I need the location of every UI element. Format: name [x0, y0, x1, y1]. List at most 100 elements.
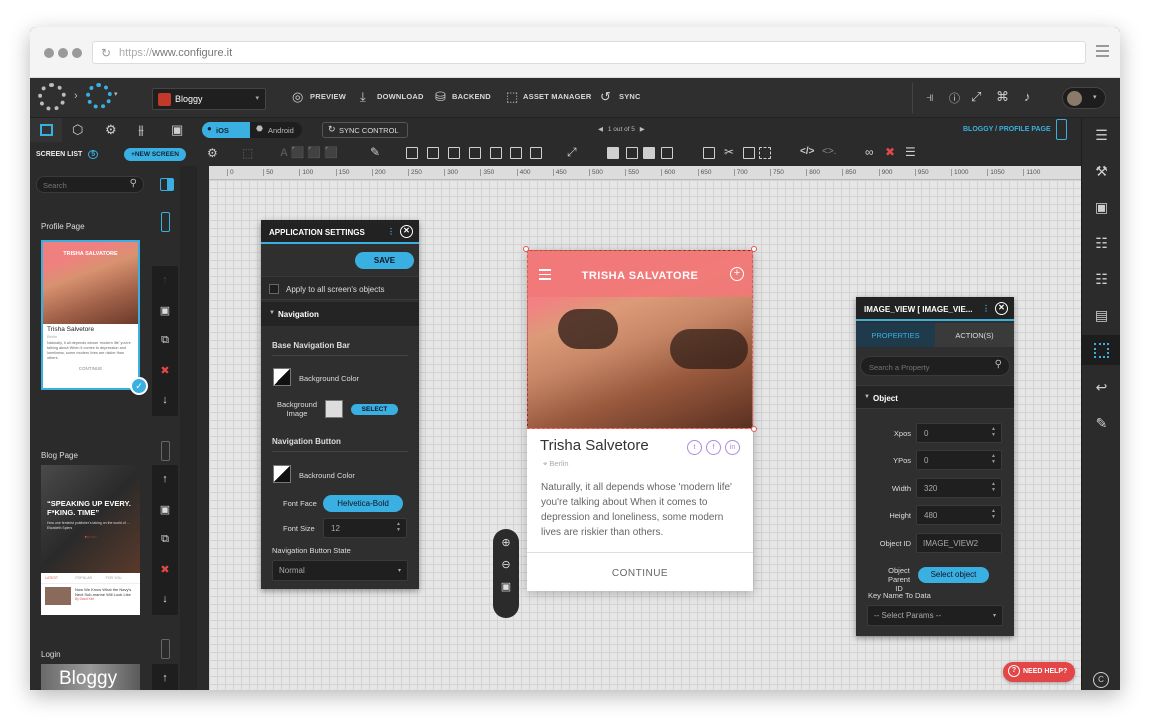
font-face-select[interactable]: Helvetica-Bold [323, 495, 403, 512]
move-down-icon[interactable]: ↓ [152, 585, 178, 615]
object-id-input[interactable]: IMAGE_VIEW2 [916, 533, 1002, 553]
app-selector[interactable]: Bloggy ▾ [152, 88, 266, 110]
undo-icon[interactable]: ↩ [1093, 379, 1110, 396]
zoom-out-icon[interactable]: ⊖ [493, 549, 519, 571]
screen-thumbnail-login[interactable]: Bloggy [41, 664, 140, 690]
bring-front-icon[interactable] [607, 147, 619, 159]
bell-icon[interactable]: ♪ [1024, 89, 1031, 104]
delete-icon[interactable]: ✖ [152, 555, 178, 585]
font-size-input[interactable]: 12 ▲ ▼ [323, 518, 407, 538]
image-view[interactable]: TRISHA SALVATORE + [527, 250, 753, 429]
paste-icon[interactable] [759, 147, 771, 159]
code-alt-icon[interactable]: <>. [822, 146, 836, 157]
nav-state-select[interactable]: Normal ▾ [272, 560, 408, 581]
link-icon[interactable]: ∞ [865, 145, 874, 159]
resize-handle[interactable] [523, 246, 529, 252]
expand-icon[interactable]: ⤢ [567, 145, 577, 160]
align-top-icon[interactable] [406, 147, 418, 159]
flow-icon[interactable]: ⫣ [926, 89, 934, 105]
design-canvas[interactable]: APPLICATION SETTINGS ⋮ ✕ SAVE Apply to a… [209, 180, 1081, 690]
code-icon[interactable]: </> [800, 146, 814, 157]
move-up-icon[interactable]: ↑ [152, 465, 178, 495]
settings-list-icon[interactable]: ⚙ [105, 122, 117, 138]
save-button[interactable]: SAVE [355, 252, 414, 269]
duplicate-icon[interactable]: ⧉ [152, 326, 178, 356]
screen-thumbnail-profile[interactable]: TRISHA SALVATORE Trisha Salvetore Berlin… [41, 240, 140, 390]
resize-handle[interactable] [751, 246, 757, 252]
address-bar[interactable]: ↻ https://www.configure.it [92, 41, 1086, 64]
command-icon[interactable]: ⌘ [996, 89, 1009, 105]
lock-icon[interactable] [161, 639, 170, 659]
android-toggle[interactable]: ⬣ Android [250, 122, 302, 138]
select-image-button[interactable]: SELECT [351, 404, 398, 415]
layers-icon[interactable]: ☰ [1093, 127, 1110, 144]
help-icon[interactable]: ⓘ [949, 90, 960, 106]
cube-icon[interactable]: ⬡ [72, 122, 83, 138]
twitter-icon[interactable]: t [687, 440, 702, 455]
save-icon[interactable]: ▣ [152, 296, 178, 326]
height-input[interactable]: 480 ▲ ▼ [916, 505, 1002, 525]
copy-icon[interactable] [743, 147, 755, 159]
tab-actions[interactable]: ACTION(S) [935, 323, 1014, 347]
new-screen-button[interactable]: +NEW SCREEN [124, 148, 186, 161]
navigation-section[interactable]: Navigation [278, 310, 319, 319]
ios-toggle[interactable]: ● iOS [202, 122, 250, 138]
background-color-swatch[interactable] [273, 368, 291, 386]
add-icon[interactable]: + [730, 267, 744, 281]
send-back-icon[interactable] [661, 147, 673, 159]
facebook-icon[interactable]: f [706, 440, 721, 455]
property-search-input[interactable] [869, 361, 979, 373]
screen-thumbnail-blog[interactable]: “SPEAKING UP EVERY. F*KING. TIME” How on… [41, 465, 140, 615]
move-up-icon[interactable]: ↑ [152, 664, 178, 690]
fullscreen-icon[interactable]: ⤢ [971, 89, 981, 105]
align-middle-icon[interactable] [427, 147, 439, 159]
image-swatch[interactable] [325, 400, 343, 418]
stepper-icon[interactable]: ▲ ▼ [991, 453, 996, 465]
layout-icon[interactable]: ▤ [1093, 307, 1110, 324]
duplicate-icon[interactable]: ⧉ [152, 525, 178, 555]
fit-screen-icon[interactable]: ▣ [493, 571, 519, 593]
form-icon[interactable]: ☷ [1093, 271, 1110, 288]
stepper-icon[interactable]: ▲ ▼ [396, 521, 401, 533]
grid-tool-active[interactable] [1082, 335, 1120, 365]
edit-icon[interactable]: ✎ [1093, 415, 1110, 432]
width-input[interactable]: 320 ▲ ▼ [916, 478, 1002, 498]
user-menu[interactable]: ▾ [1062, 87, 1106, 109]
drag-handle-icon[interactable]: ⋮ [982, 304, 990, 313]
sync-button[interactable]: SYNC [619, 92, 641, 101]
lock-icon[interactable] [161, 212, 170, 232]
download-button[interactable]: DOWNLOAD [377, 92, 424, 101]
reload-icon[interactable]: ↻ [101, 46, 111, 60]
move-down-icon[interactable]: ↓ [152, 386, 178, 416]
distribute-icon[interactable] [530, 147, 542, 159]
phone-device-icon[interactable] [1056, 119, 1067, 140]
nav-button-color-swatch[interactable] [273, 465, 291, 483]
copyright-icon[interactable]: C [1093, 672, 1109, 688]
tools-icon[interactable]: ⚒ [1093, 163, 1110, 180]
toggle-panel-icon[interactable] [160, 178, 174, 191]
save-icon[interactable]: ▣ [152, 495, 178, 525]
xpos-input[interactable]: 0 ▲ ▼ [916, 423, 1002, 443]
zoom-in-icon[interactable]: ⊕ [493, 529, 519, 549]
search-input[interactable] [43, 179, 123, 191]
stepper-icon[interactable]: ▲ ▼ [991, 481, 996, 493]
continue-button[interactable]: CONTINUE [527, 568, 753, 579]
sync-control-button[interactable]: ↻ SYNC CONTROL [322, 122, 408, 138]
object-section[interactable]: Object [873, 394, 898, 403]
property-search[interactable]: ⚲ [860, 356, 1010, 376]
trash-icon[interactable]: ✖ [885, 145, 895, 159]
send-backward-icon[interactable] [643, 147, 655, 159]
resize-handle[interactable] [751, 426, 757, 432]
bring-forward-icon[interactable] [626, 147, 638, 159]
phone-preview[interactable]: TRISHA SALVATORE + Trisha Salvetore ⌖ Be… [523, 246, 757, 591]
stepper-icon[interactable]: ▲ ▼ [991, 426, 996, 438]
drag-handle-icon[interactable]: ⋮ [387, 227, 395, 236]
eyedropper-icon[interactable]: ✎ [370, 145, 380, 159]
key-name-select[interactable]: -- Select Params -- ▾ [867, 605, 1003, 626]
more-icon[interactable]: ☰ [905, 145, 916, 159]
lock-icon[interactable] [161, 441, 170, 461]
caret-down-icon[interactable]: ▾ [114, 90, 118, 98]
close-icon[interactable]: ✕ [400, 225, 413, 238]
align-right-icon[interactable] [510, 147, 522, 159]
settings-icon[interactable]: ⚙ [207, 146, 218, 160]
